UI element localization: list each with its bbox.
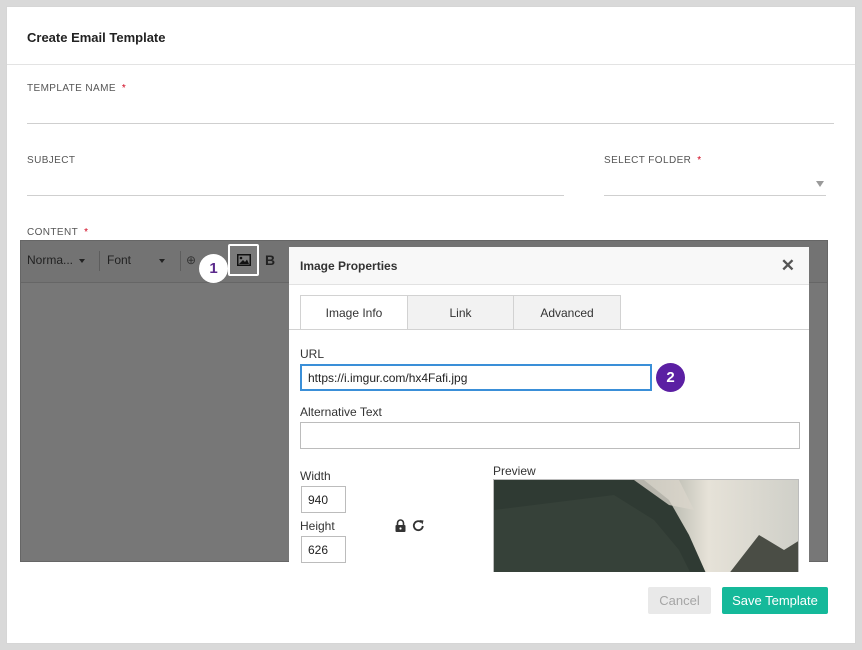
url-input[interactable] [300, 364, 652, 391]
tab-link[interactable]: Link [407, 295, 514, 330]
modal-title: Create Email Template [7, 7, 855, 65]
image-properties-dialog: Image Properties ✕ Image Info Link Advan… [289, 247, 809, 572]
step-badge-2: 2 [656, 363, 685, 392]
link-icon[interactable]: ⊕ [186, 253, 196, 267]
required-mark: * [121, 83, 127, 94]
toolbar-separator [180, 251, 181, 271]
step-badge-1: 1 [199, 254, 228, 283]
chevron-down-icon[interactable] [816, 181, 824, 187]
close-icon[interactable]: ✕ [781, 256, 795, 276]
height-label: Height [300, 519, 335, 533]
dialog-header: Image Properties ✕ [289, 247, 809, 285]
select-folder-label: SELECT FOLDER * [604, 155, 702, 166]
caret-down-icon [79, 258, 86, 263]
toolbar-separator [99, 251, 100, 271]
bold-button[interactable]: B [265, 252, 275, 268]
height-input[interactable] [301, 536, 346, 563]
required-mark: * [84, 227, 89, 238]
font-combo[interactable]: Font [107, 253, 166, 267]
subject-label: SUBJECT [27, 155, 76, 166]
select-folder-dropdown[interactable] [604, 195, 826, 196]
subject-input[interactable] [27, 195, 564, 196]
format-combo[interactable]: Norma... [27, 253, 86, 267]
image-preview [493, 479, 799, 572]
save-template-button[interactable]: Save Template [722, 587, 828, 614]
insert-image-button[interactable] [228, 244, 259, 276]
alt-text-label: Alternative Text [300, 405, 382, 419]
tabs-divider [289, 329, 809, 330]
preview-label: Preview [493, 464, 536, 478]
dialog-title: Image Properties [300, 259, 398, 273]
template-name-label: TEMPLATE NAME * [27, 83, 127, 94]
image-icon [236, 254, 251, 266]
alt-text-input[interactable] [300, 422, 800, 449]
mountain-photo-preview [494, 480, 798, 572]
url-label: URL [300, 347, 325, 361]
reset-size-icon[interactable] [412, 519, 425, 532]
width-input[interactable] [301, 486, 346, 513]
cancel-button[interactable]: Cancel [648, 587, 711, 614]
content-label: CONTENT * [27, 227, 89, 238]
tab-image-info[interactable]: Image Info [300, 295, 408, 330]
width-label: Width [300, 469, 331, 483]
ratio-controls [395, 519, 425, 532]
lock-icon[interactable] [395, 519, 406, 532]
tab-advanced[interactable]: Advanced [513, 295, 621, 330]
required-mark: * [697, 155, 702, 166]
caret-down-icon [159, 258, 166, 263]
template-name-input[interactable] [27, 123, 834, 124]
